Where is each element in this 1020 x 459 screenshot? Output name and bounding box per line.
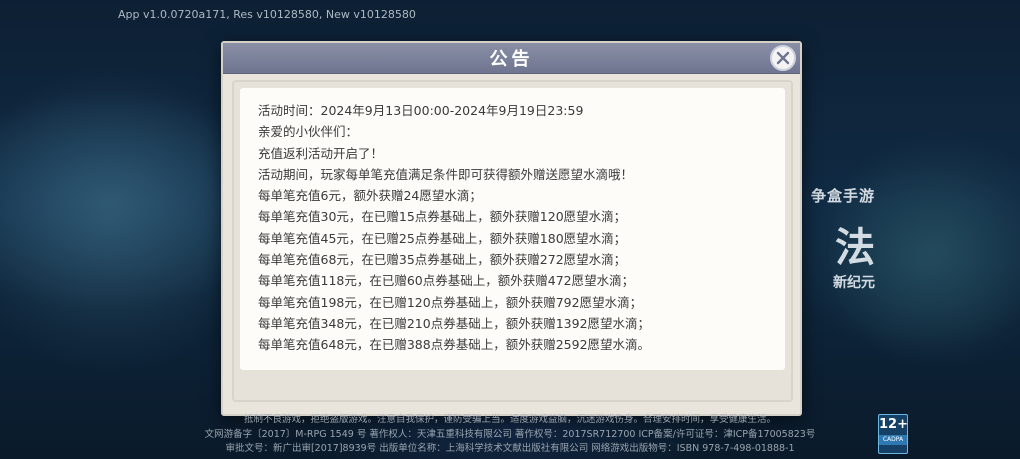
dialog-header: 公告 xyxy=(223,43,800,74)
footer-publication-info: 审批文号：新广出审[2017]8939号 出版单位名称：上海科学技术文献出版社有… xyxy=(225,443,795,454)
legal-footer: 抵制不良游戏，拒绝盗版游戏。注意自我保护，谨防受骗上当。适度游戏益脑，沉迷游戏伤… xyxy=(0,413,1020,457)
logo-sub-text: 新纪元 xyxy=(833,275,875,291)
age-rating-value: 12+ xyxy=(879,417,908,432)
footer-license-info: 文网游备字〔2017〕M-RPG 1549 号 著作权人：天津五重科技有限公司 … xyxy=(204,428,816,440)
background-game-logo: 争盒手游 法 新纪元 xyxy=(811,185,875,292)
announcement-line: 每单笔充值648元，在已赠388点券基础上，额外获赠2592愿望水滴。 xyxy=(258,337,651,353)
announcement-line: 每单笔充值30元，在已赠15点券基础上，额外获赠120愿望水滴； xyxy=(258,209,627,225)
close-x-icon xyxy=(776,51,790,65)
announcement-line: 活动时间：2024年9月13日00:00-2024年9月19日23:59 xyxy=(258,103,584,118)
dialog-title: 公告 xyxy=(489,49,534,70)
announcement-line: 每单笔充值348元，在已赠210点券基础上，额外获赠1392愿望水滴； xyxy=(258,315,651,331)
logo-big-text: 法 xyxy=(835,225,875,271)
age-rating-badge: 12+ CADPA xyxy=(878,414,908,454)
announcement-line: 每单笔充值6元，额外获赠24愿望水滴； xyxy=(258,188,482,204)
announcement-content[interactable]: 活动时间：2024年9月13日00:00-2024年9月19日23:59 亲爱的… xyxy=(240,88,785,370)
close-button[interactable] xyxy=(770,45,796,71)
announcement-line: 亲爱的小伙伴们： xyxy=(258,124,359,140)
footer-health-notice: 抵制不良游戏，拒绝盗版游戏。注意自我保护，谨防受骗上当。适度游戏益脑，沉迷游戏伤… xyxy=(243,414,776,425)
announcement-line: 每单笔充值198元，在已赠120点券基础上，额外获赠792愿望水滴； xyxy=(258,294,643,310)
announcement-line: 每单笔充值45元，在已赠25点券基础上，额外获赠180愿望水滴； xyxy=(258,230,627,246)
version-info: App v1.0.0720a171, Res v10128580, New v1… xyxy=(118,8,416,21)
announcement-line: 活动期间，玩家每单笔充值满足条件即可获得额外赠送愿望水滴哦！ xyxy=(258,166,634,182)
age-rating-label: CADPA xyxy=(879,435,907,445)
announcement-dialog: 公告 活动时间：2024年9月13日00:00-2024年9月19日23:59 … xyxy=(221,41,802,416)
announcement-line: 每单笔充值68元，在已赠35点券基础上，额外获赠272愿望水滴； xyxy=(258,252,627,268)
announcement-line: 充值返利活动开启了！ xyxy=(258,145,384,161)
announcement-line: 每单笔充值118元，在已赠60点券基础上，额外获赠472愿望水滴； xyxy=(258,273,635,289)
dialog-body-frame: 活动时间：2024年9月13日00:00-2024年9月19日23:59 亲爱的… xyxy=(232,80,793,402)
logo-small-text: 争盒手游 xyxy=(810,187,875,205)
